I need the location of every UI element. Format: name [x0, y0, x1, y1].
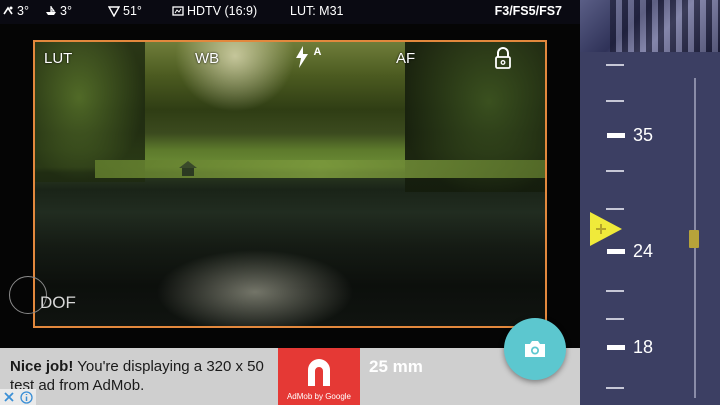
- admob-logo[interactable]: AdMob by Google: [278, 348, 360, 405]
- flash-toggle[interactable]: A: [295, 46, 321, 68]
- flash-icon: [296, 46, 308, 68]
- focal-length-ruler[interactable]: 35 24 18: [580, 0, 720, 405]
- focal-length-readout: 25 mm: [369, 357, 423, 376]
- ruler-tick: [606, 170, 624, 172]
- duck-house-graphic: [179, 161, 197, 176]
- boat-icon: [46, 6, 56, 15]
- ruler-label-18: 18: [633, 337, 654, 357]
- viewfinder[interactable]: LUT WB A AF DOF: [0, 24, 580, 348]
- lock-toggle[interactable]: [494, 47, 512, 74]
- ad-headline: Nice job!: [10, 358, 74, 375]
- ruler-label-24: 24: [633, 241, 654, 261]
- ruler-tick: [606, 208, 624, 210]
- info-icon[interactable]: [20, 390, 33, 404]
- status-boat-value: 3°: [60, 4, 72, 18]
- ruler-tick: [606, 318, 624, 320]
- close-icon[interactable]: [3, 391, 15, 403]
- status-weather-value: 3°: [17, 4, 29, 18]
- admob-caption: AdMob by Google: [286, 392, 352, 401]
- admob-icon: [308, 359, 330, 386]
- status-aspect-value: HDTV (16:9): [187, 4, 258, 18]
- ruler-tick: [606, 100, 624, 102]
- ruler-label-35: 35: [633, 125, 654, 145]
- dof-label: DOF: [40, 293, 76, 312]
- status-angle-value: 51°: [123, 4, 142, 18]
- angle-icon: [108, 6, 120, 17]
- ruler-tick: [606, 64, 624, 66]
- preview-sunlight: [175, 42, 295, 112]
- ruler-tick-major: [607, 249, 625, 254]
- autofocus-toggle[interactable]: AF: [396, 50, 415, 67]
- ad-text: Nice job! You're displaying a 320 x 50 t…: [10, 357, 278, 395]
- camera-preview[interactable]: LUT WB A AF: [33, 40, 547, 328]
- flash-mode-label: A: [313, 46, 322, 58]
- status-lut: LUT: M31: [290, 4, 344, 18]
- status-bar: 3° 3° 51° HDTV (16:9) LUT: M31 F3/FS5/FS…: [0, 0, 580, 24]
- camera-icon: [525, 341, 545, 357]
- zoom-slider-thumb[interactable]: [689, 230, 699, 248]
- ruler-header: [580, 0, 720, 52]
- preview-bank: [95, 160, 545, 178]
- ruler-tick: [606, 290, 624, 292]
- status-apertures: F3/FS5/FS7: [494, 4, 562, 18]
- white-balance-toggle[interactable]: WB: [195, 50, 219, 67]
- aspect-ratio-icon: [172, 6, 184, 16]
- weather-icon: [3, 6, 13, 15]
- status-weather: 3°: [2, 4, 29, 18]
- lock-icon: [495, 47, 511, 69]
- status-aspect: HDTV (16:9): [172, 4, 257, 18]
- ruler-tick-major: [607, 133, 625, 138]
- focal-pointer-icon[interactable]: [590, 212, 624, 246]
- status-lut-value: LUT: M31: [290, 4, 344, 18]
- shutter-button[interactable]: [504, 318, 566, 380]
- status-boat: 3°: [45, 4, 72, 18]
- ruler-tick: [606, 387, 624, 389]
- ad-close-controls[interactable]: [0, 389, 36, 405]
- lut-toggle[interactable]: LUT: [44, 50, 72, 67]
- status-angle: 51°: [108, 4, 142, 18]
- ruler-tick-major: [607, 345, 625, 350]
